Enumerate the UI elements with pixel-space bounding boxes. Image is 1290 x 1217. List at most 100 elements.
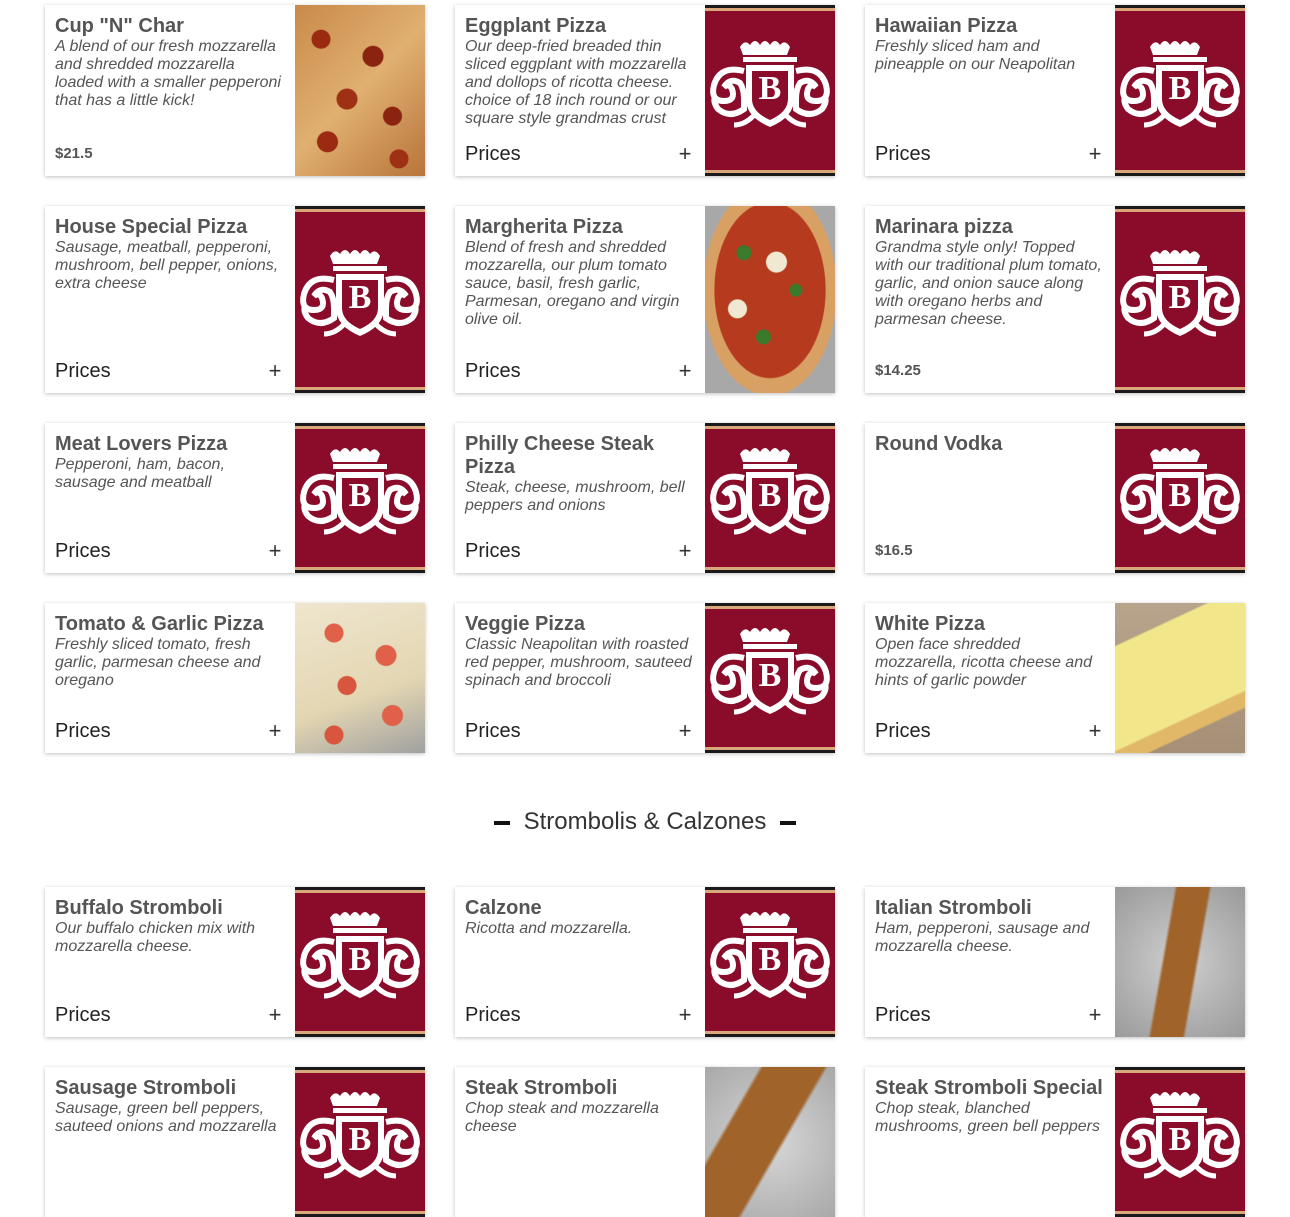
- plus-icon[interactable]: +: [265, 360, 285, 382]
- heading-dash-left: [493, 820, 510, 825]
- prices-toggle[interactable]: Prices +: [875, 1003, 1105, 1027]
- item-title: Meat Lovers Pizza: [55, 433, 228, 455]
- menu-item-card[interactable]: Steak Stromboli Chop steak and mozzarell…: [455, 1067, 835, 1217]
- item-title: Cup "N" Char: [55, 15, 184, 37]
- item-description: Chop steak, blanched mushrooms, green be…: [875, 1100, 1101, 1135]
- item-title: Margherita Pizza: [465, 216, 623, 238]
- prices-toggle[interactable]: Prices +: [55, 359, 285, 383]
- menu-item-card[interactable]: Meat Lovers Pizza Pepperoni, ham, bacon,…: [45, 423, 425, 573]
- restaurant-logo-image: [295, 423, 425, 573]
- restaurant-logo-image: [1115, 1067, 1245, 1217]
- menu-item-card[interactable]: Hawaiian Pizza Freshly sliced ham and pi…: [865, 5, 1245, 176]
- item-title: Calzone: [465, 897, 542, 919]
- menu-item-card[interactable]: Italian Stromboli Ham, pepperoni, sausag…: [865, 887, 1245, 1037]
- item-title: Round Vodka: [875, 433, 1003, 455]
- prices-toggle[interactable]: Prices +: [875, 142, 1105, 166]
- item-description: Pepperoni, ham, bacon, sausage and meatb…: [55, 456, 225, 491]
- item-price: $21.5: [55, 145, 93, 162]
- item-title: Philly Cheese Steak Pizza: [465, 433, 654, 478]
- section-title: Strombolis & Calzones: [523, 808, 767, 835]
- menu-item-card[interactable]: Philly Cheese Steak Pizza Steak, cheese,…: [455, 423, 835, 573]
- menu-item-card[interactable]: Veggie Pizza Classic Neapolitan with roa…: [455, 603, 835, 753]
- menu-item-card[interactable]: Buffalo Stromboli Our buffalo chicken mi…: [45, 887, 425, 1037]
- plus-icon[interactable]: +: [675, 1004, 695, 1026]
- menu-item-card[interactable]: Cup "N" Char A blend of our fresh mozzar…: [45, 5, 425, 176]
- steak-stromboli-photo: [705, 1067, 835, 1217]
- item-description: Steak, cheese, mushroom, bell peppers an…: [465, 479, 685, 514]
- plus-icon[interactable]: +: [1085, 1004, 1105, 1026]
- menu-item-card[interactable]: Margherita Pizza Blend of fresh and shre…: [455, 206, 835, 393]
- prices-label: Prices: [465, 720, 521, 742]
- item-description: Grandma style only! Topped with our trad…: [875, 239, 1102, 328]
- prices-label: Prices: [55, 540, 111, 562]
- prices-label: Prices: [55, 1004, 111, 1026]
- item-description: Our deep-fried breaded thin sliced eggpl…: [465, 38, 687, 127]
- prices-toggle[interactable]: Prices +: [465, 359, 695, 383]
- item-description: Freshly sliced ham and pineapple on our …: [875, 38, 1076, 73]
- item-title: Tomato & Garlic Pizza: [55, 613, 264, 635]
- menu-item-card[interactable]: House Special Pizza Sausage, meatball, p…: [45, 206, 425, 393]
- menu-item-card[interactable]: Calzone Ricotta and mozzarella. Prices +: [455, 887, 835, 1037]
- item-description: Ricotta and mozzarella.: [465, 920, 633, 937]
- menu-item-card[interactable]: Marinara pizza Grandma style only! Toppe…: [865, 206, 1245, 393]
- item-description: Chop steak and mozzarella cheese: [465, 1100, 659, 1135]
- prices-toggle[interactable]: Prices +: [465, 1003, 695, 1027]
- plus-icon[interactable]: +: [265, 540, 285, 562]
- item-title: Italian Stromboli: [875, 897, 1032, 919]
- prices-toggle[interactable]: Prices +: [55, 1003, 285, 1027]
- restaurant-logo-image: [295, 887, 425, 1037]
- item-price: $16.5: [875, 542, 913, 559]
- plus-icon[interactable]: +: [265, 1004, 285, 1026]
- menu-item-card[interactable]: White Pizza Open face shredded mozzarell…: [865, 603, 1245, 753]
- plus-icon[interactable]: +: [1085, 720, 1105, 742]
- plus-icon[interactable]: +: [675, 540, 695, 562]
- plus-icon[interactable]: +: [1085, 143, 1105, 165]
- restaurant-logo-image: [1115, 206, 1245, 393]
- prices-label: Prices: [55, 720, 111, 742]
- item-description: Classic Neapolitan with roasted red pepp…: [465, 636, 692, 689]
- prices-toggle[interactable]: Prices +: [465, 719, 695, 743]
- menu-item-card[interactable]: Eggplant Pizza Our deep-fried breaded th…: [455, 5, 835, 176]
- item-title: Hawaiian Pizza: [875, 15, 1018, 37]
- item-description: Blend of fresh and shredded mozzarella, …: [465, 239, 680, 328]
- prices-toggle[interactable]: Prices +: [465, 539, 695, 563]
- menu-item-card[interactable]: Round Vodka $16.5: [865, 423, 1245, 573]
- item-description: Sausage, meatball, pepperoni, mushroom, …: [55, 239, 279, 292]
- plus-icon[interactable]: +: [265, 720, 285, 742]
- item-description: Our buffalo chicken mix with mozzarella …: [55, 920, 256, 955]
- prices-label: Prices: [465, 143, 521, 165]
- item-description: Ham, pepperoni, sausage and mozzarella c…: [875, 920, 1090, 955]
- prices-toggle[interactable]: Prices +: [55, 719, 285, 743]
- restaurant-logo-image: [705, 423, 835, 573]
- italian-stromboli-photo: [1115, 887, 1245, 1037]
- menu-item-card[interactable]: Tomato & Garlic Pizza Freshly sliced tom…: [45, 603, 425, 753]
- menu-item-card[interactable]: Steak Stromboli Special Chop steak, blan…: [865, 1067, 1245, 1217]
- item-description: A blend of our fresh mozzarella and shre…: [55, 38, 281, 109]
- plus-icon[interactable]: +: [675, 360, 695, 382]
- item-title: Eggplant Pizza: [465, 15, 607, 37]
- menu-item-card[interactable]: Sausage Stromboli Sausage, green bell pe…: [45, 1067, 425, 1217]
- prices-label: Prices: [465, 540, 521, 562]
- prices-label: Prices: [875, 720, 931, 742]
- restaurant-logo-image: [1115, 423, 1245, 573]
- prices-label: Prices: [875, 1004, 931, 1026]
- item-title: Sausage Stromboli: [55, 1077, 237, 1099]
- item-description: Sausage, green bell peppers, sauteed oni…: [55, 1100, 277, 1135]
- pepperoni-pizza-photo: [295, 5, 425, 176]
- prices-label: Prices: [875, 143, 931, 165]
- prices-toggle[interactable]: Prices +: [875, 719, 1105, 743]
- prices-label: Prices: [465, 360, 521, 382]
- item-price: $14.25: [875, 362, 921, 379]
- restaurant-logo-image: [295, 1067, 425, 1217]
- plus-icon[interactable]: +: [675, 720, 695, 742]
- white-pizza-photo: [1115, 603, 1245, 753]
- restaurant-logo-image: [705, 603, 835, 753]
- item-title: House Special Pizza: [55, 216, 248, 238]
- prices-toggle[interactable]: Prices +: [55, 539, 285, 563]
- restaurant-logo-image: [705, 887, 835, 1037]
- restaurant-logo-image: [705, 5, 835, 176]
- item-description: Freshly sliced tomato, fresh garlic, par…: [55, 636, 261, 689]
- plus-icon[interactable]: +: [675, 143, 695, 165]
- restaurant-logo-image: [1115, 5, 1245, 176]
- prices-toggle[interactable]: Prices +: [465, 142, 695, 166]
